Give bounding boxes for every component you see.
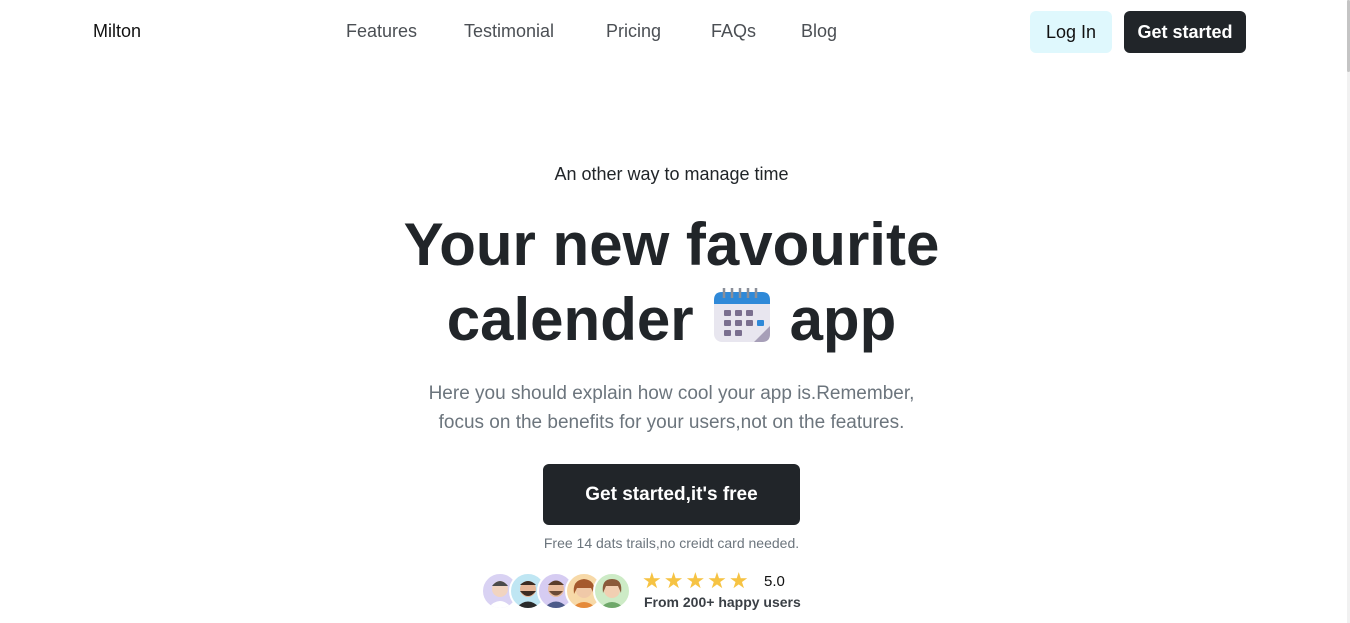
headline-line-1: Your new favourite: [403, 211, 940, 278]
happy-users-text: From 200+ happy users: [644, 594, 801, 610]
hero-headline: Your new favourite calender app: [0, 208, 1343, 357]
nav-link-features[interactable]: Features: [346, 21, 417, 42]
headline-word-app: app: [789, 286, 897, 353]
description-line-1: Here you should explain how cool your ap…: [428, 383, 915, 404]
trial-note: Free 14 dats trails,no creidt card neede…: [543, 535, 800, 551]
nav-link-faqs[interactable]: FAQs: [711, 21, 756, 42]
description-line-2: focus on the benefits for your users,not…: [438, 412, 905, 433]
rating-value: 5.0: [764, 573, 785, 590]
avatar: [593, 572, 631, 610]
hero-description: Here you should explain how cool your ap…: [0, 379, 1343, 437]
headline-word-calender: calender: [446, 286, 694, 353]
get-started-button[interactable]: Get started: [1124, 11, 1246, 53]
star-rating: ★★★★★: [642, 568, 751, 593]
hero-cta-button[interactable]: Get started,it's free: [543, 464, 800, 525]
hero-eyebrow: An other way to manage time: [554, 164, 789, 184]
headline-line-2: calender app: [0, 282, 1343, 357]
login-button[interactable]: Log In: [1030, 11, 1112, 53]
nav-link-pricing[interactable]: Pricing: [606, 21, 661, 42]
nav-link-testimonial[interactable]: Testimonial: [464, 21, 554, 42]
nav-link-blog[interactable]: Blog: [801, 21, 837, 42]
calendar-icon: [710, 282, 774, 346]
